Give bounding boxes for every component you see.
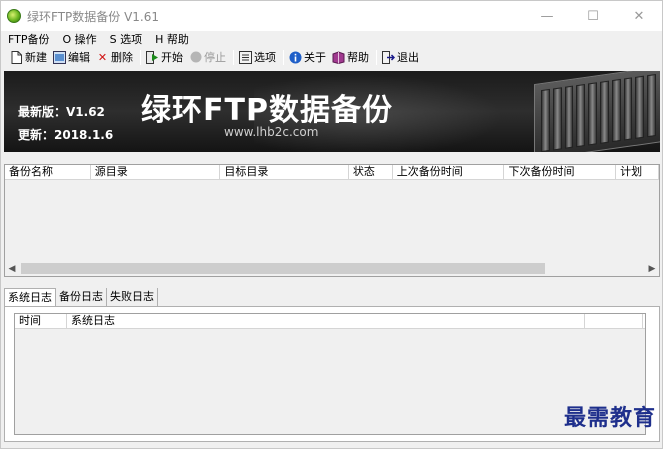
window-title: 绿环FTP数据备份 V1.61 bbox=[27, 9, 160, 24]
toolbar-separator bbox=[283, 49, 284, 65]
tab-failure-log[interactable]: 失败日志 bbox=[107, 288, 158, 306]
exit-button[interactable]: 退出 bbox=[381, 48, 420, 66]
watermark-text: 最需教育 bbox=[563, 405, 656, 431]
toolbar-separator bbox=[376, 49, 377, 65]
column-time[interactable]: 时间 bbox=[15, 314, 67, 329]
delete-x-icon: ✕ bbox=[97, 50, 108, 64]
log-tabs: 系统日志 备份日志 失败日志 bbox=[4, 288, 158, 306]
options-button-label: 选项 bbox=[254, 51, 276, 64]
column-source-dir[interactable]: 源目录 bbox=[91, 165, 221, 180]
column-schedule[interactable]: 计划 bbox=[616, 165, 659, 180]
app-window: 绿环FTP数据备份 V1.61 — ☐ ✕ FTP备份 O 操作 S 选项 H … bbox=[0, 0, 663, 449]
log-list-header: 时间 系统日志 bbox=[15, 314, 645, 329]
banner-title: 绿环FTP数据备份 bbox=[141, 93, 393, 128]
menu-ftp-backup[interactable]: FTP备份 bbox=[1, 31, 56, 47]
info-icon bbox=[289, 51, 302, 64]
stop-button-label: 停止 bbox=[204, 51, 226, 64]
column-target-dir[interactable]: 目标目录 bbox=[220, 165, 349, 180]
backup-task-list[interactable]: 备份名称 源目录 目标目录 状态 上次备份时间 下次备份时间 计划 ◀ ▶ bbox=[4, 164, 660, 277]
tab-panel: 时间 系统日志 bbox=[4, 306, 660, 442]
delete-button-label: 删除 bbox=[111, 51, 133, 64]
stop-icon bbox=[189, 51, 202, 64]
banner-version: 最新版：V1.62 bbox=[18, 105, 105, 119]
edit-button-label: 编辑 bbox=[68, 51, 90, 64]
column-last-backup-time[interactable]: 上次备份时间 bbox=[393, 165, 505, 180]
scroll-left-icon[interactable]: ◀ bbox=[5, 261, 19, 276]
exit-button-label: 退出 bbox=[397, 51, 419, 64]
system-log-list[interactable]: 时间 系统日志 bbox=[14, 313, 646, 435]
delete-button[interactable]: ✕ 删除 bbox=[95, 48, 134, 66]
menu-operation[interactable]: O 操作 bbox=[56, 31, 103, 47]
new-button[interactable]: 新建 bbox=[9, 48, 48, 66]
new-document-icon bbox=[10, 50, 23, 64]
column-spacer bbox=[585, 314, 643, 329]
about-button-label: 关于 bbox=[304, 51, 326, 64]
menu-help[interactable]: H 帮助 bbox=[148, 31, 195, 47]
banner-url: www.lhb2c.com bbox=[224, 125, 319, 139]
banner-update-date: 更新：2018.1.6 bbox=[18, 128, 114, 142]
tab-backup-log[interactable]: 备份日志 bbox=[56, 288, 107, 306]
edit-icon bbox=[53, 50, 66, 64]
column-next-backup-time[interactable]: 下次备份时间 bbox=[504, 165, 617, 180]
edit-button[interactable]: 编辑 bbox=[52, 48, 91, 66]
about-button[interactable]: 关于 bbox=[288, 48, 327, 66]
options-icon bbox=[239, 50, 252, 64]
stop-button[interactable]: 停止 bbox=[188, 48, 227, 66]
column-status[interactable]: 状态 bbox=[349, 165, 393, 180]
column-backup-name[interactable]: 备份名称 bbox=[5, 165, 91, 180]
tab-system-log[interactable]: 系统日志 bbox=[4, 288, 56, 306]
promo-banner: 最新版：V1.62 更新：2018.1.6 绿环FTP数据备份 www.lhb2… bbox=[4, 71, 660, 152]
start-button[interactable]: 开始 bbox=[145, 48, 184, 66]
help-button-label: 帮助 bbox=[347, 51, 369, 64]
menu-bar: FTP备份 O 操作 S 选项 H 帮助 bbox=[1, 31, 662, 47]
help-button[interactable]: 帮助 bbox=[331, 48, 370, 66]
window-controls: — ☐ ✕ bbox=[524, 1, 662, 31]
app-logo-icon bbox=[7, 9, 21, 23]
new-button-label: 新建 bbox=[25, 51, 47, 64]
column-system-log[interactable]: 系统日志 bbox=[67, 314, 585, 329]
menu-options[interactable]: S 选项 bbox=[103, 31, 148, 47]
exit-door-icon bbox=[382, 50, 395, 64]
server-rack-image bbox=[534, 71, 660, 152]
scroll-right-icon[interactable]: ▶ bbox=[645, 261, 659, 276]
options-button[interactable]: 选项 bbox=[238, 48, 277, 66]
minimize-button[interactable]: — bbox=[524, 1, 570, 31]
start-icon bbox=[146, 50, 159, 64]
toolbar: 新建 编辑 ✕ 删除 开始 停止 选项 关于 帮助 退出 bbox=[1, 47, 662, 67]
toolbar-separator bbox=[140, 49, 141, 65]
scroll-track[interactable] bbox=[19, 261, 645, 276]
close-button[interactable]: ✕ bbox=[616, 1, 662, 31]
scroll-thumb[interactable] bbox=[21, 263, 545, 274]
horizontal-scrollbar[interactable]: ◀ ▶ bbox=[5, 261, 659, 276]
start-button-label: 开始 bbox=[161, 51, 183, 64]
backup-list-header: 备份名称 源目录 目标目录 状态 上次备份时间 下次备份时间 计划 bbox=[5, 165, 659, 180]
toolbar-separator bbox=[233, 49, 234, 65]
title-bar: 绿环FTP数据备份 V1.61 — ☐ ✕ bbox=[1, 1, 662, 31]
help-book-icon bbox=[332, 50, 345, 64]
maximize-button[interactable]: ☐ bbox=[570, 1, 616, 31]
